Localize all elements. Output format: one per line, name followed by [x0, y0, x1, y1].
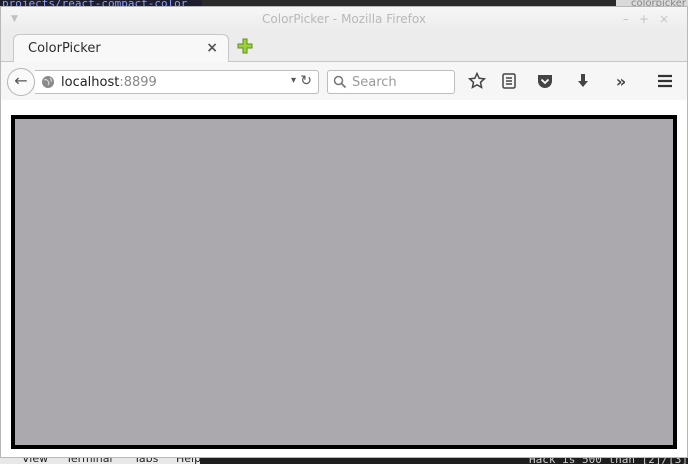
- url-dropdown-icon[interactable]: ▾: [291, 75, 296, 86]
- download-icon[interactable]: [573, 72, 593, 92]
- window-controls: –+×: [623, 7, 679, 31]
- hamburger-menu-icon[interactable]: [655, 72, 675, 92]
- search-icon: [333, 75, 347, 89]
- navigation-toolbar: ← localhost:8899 ▾ ↻ Search »: [1, 62, 687, 101]
- overflow-icon[interactable]: »: [611, 72, 631, 92]
- plus-icon: [237, 38, 253, 54]
- star-icon[interactable]: [467, 71, 487, 92]
- color-swatch[interactable]: [11, 115, 677, 449]
- tab-close-icon[interactable]: ×: [206, 40, 218, 56]
- pocket-icon[interactable]: [535, 72, 555, 92]
- close-window-icon[interactable]: ×: [659, 12, 679, 26]
- browser-window: ▼ ColorPicker - Mozilla Firefox –+× Colo…: [0, 6, 688, 458]
- window-title: ColorPicker - Mozilla Firefox: [262, 12, 426, 26]
- url-host: localhost: [61, 75, 120, 90]
- tab-colorpicker[interactable]: ColorPicker ×: [13, 34, 229, 62]
- url-port: :8899: [119, 75, 157, 90]
- search-bar[interactable]: Search: [327, 70, 455, 94]
- new-tab-button[interactable]: [237, 38, 253, 54]
- reload-icon[interactable]: ↻: [300, 73, 312, 89]
- tab-label: ColorPicker: [28, 41, 101, 56]
- reading-list-icon[interactable]: [499, 72, 519, 92]
- search-input[interactable]: Search: [352, 75, 397, 90]
- minimize-icon[interactable]: –: [623, 12, 639, 26]
- tab-strip: ColorPicker ×: [1, 31, 687, 62]
- page-content: [1, 100, 687, 457]
- back-button[interactable]: ←: [7, 68, 35, 96]
- url-text[interactable]: localhost:8899: [61, 75, 157, 90]
- url-bar[interactable]: localhost:8899 ▾ ↻: [35, 70, 319, 94]
- back-arrow-icon: ←: [14, 71, 28, 90]
- maximize-icon[interactable]: +: [639, 12, 659, 26]
- window-menu-icon[interactable]: ▼: [11, 7, 18, 31]
- globe-icon: [42, 76, 54, 88]
- window-titlebar[interactable]: ▼ ColorPicker - Mozilla Firefox –+×: [1, 7, 687, 31]
